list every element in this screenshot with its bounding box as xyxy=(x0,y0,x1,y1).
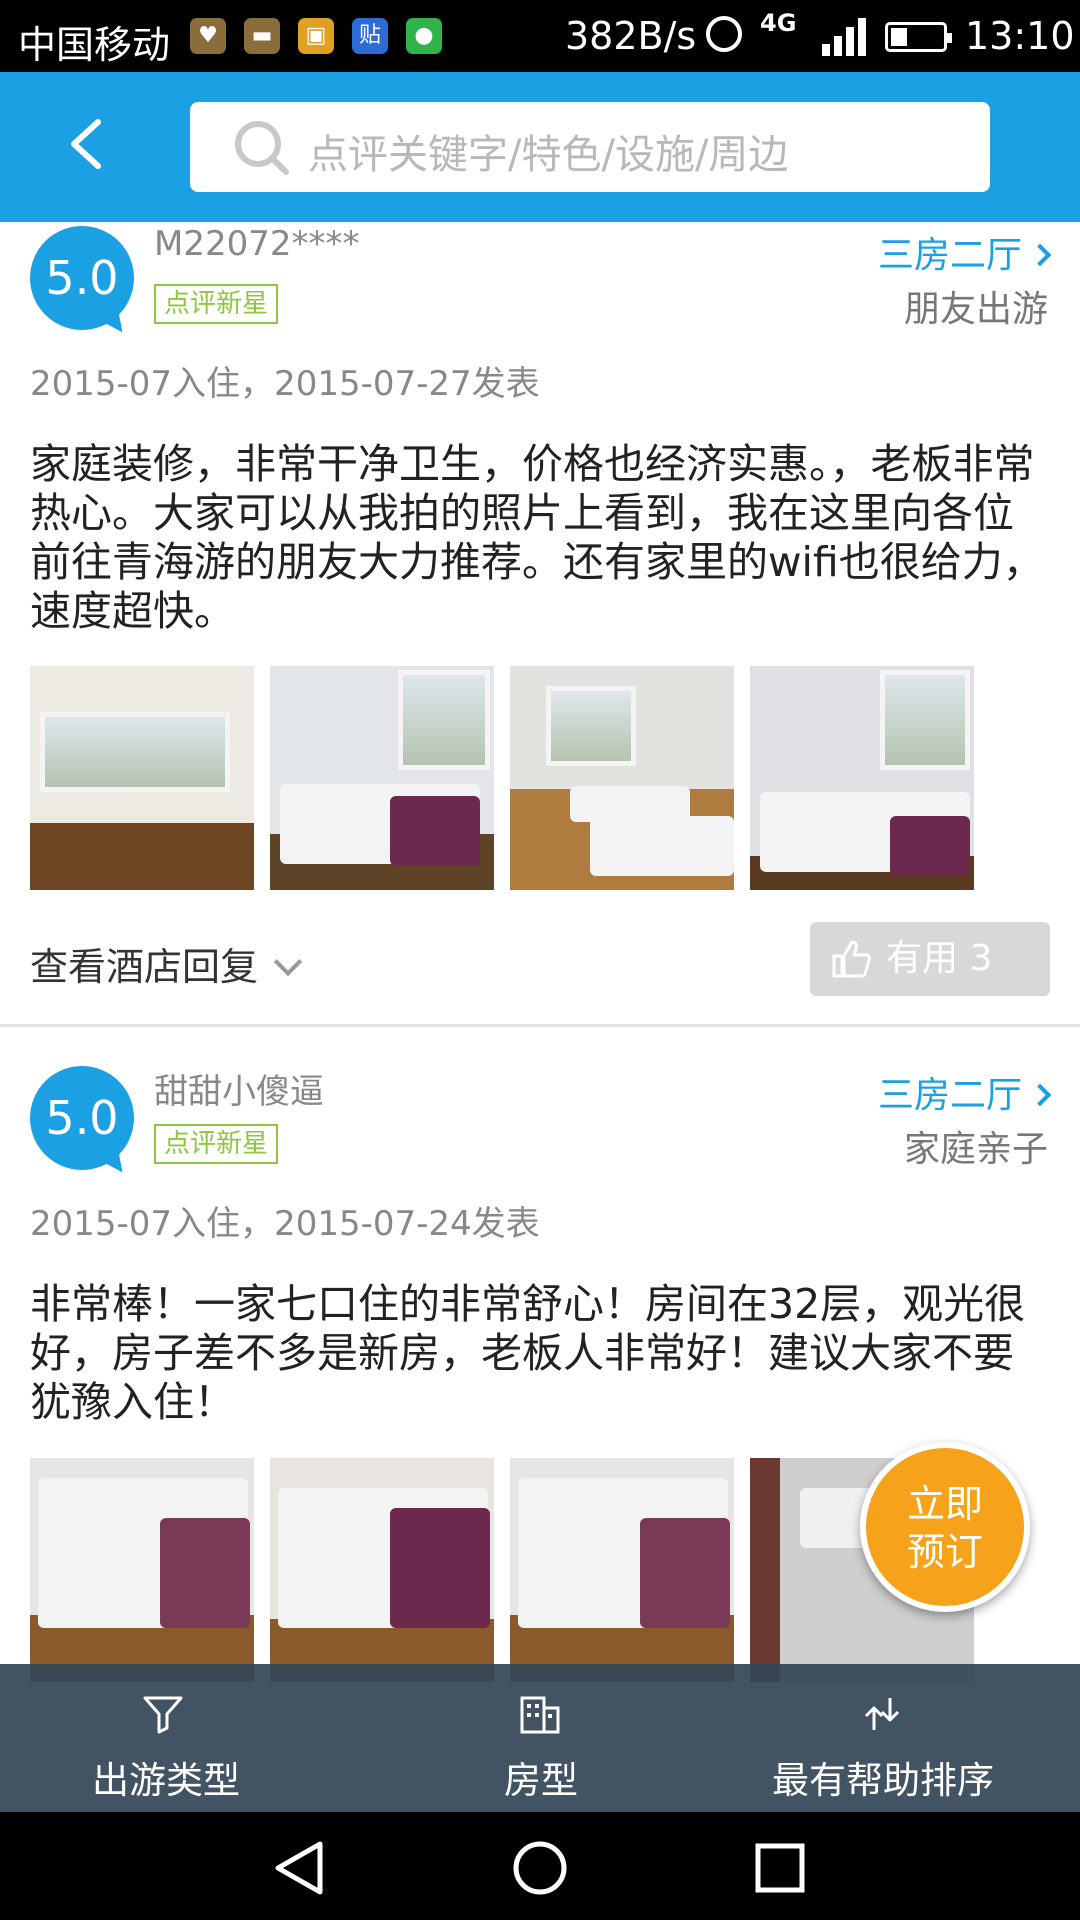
trip-type: 家庭亲子 xyxy=(903,1129,1048,1170)
review-photo[interactable] xyxy=(30,1458,254,1682)
battery-icon xyxy=(885,22,952,52)
review-content: 非常棒！一家七口住的非常舒心！房间在32层，观光很好，房子差不多是新房，老板人非… xyxy=(30,1280,1026,1426)
home-nav-icon[interactable] xyxy=(510,1840,570,1896)
review-dates: 2015-07入住，2015-07-24发表 xyxy=(30,1204,540,1244)
tieba-app-icon: 贴 xyxy=(352,18,388,54)
book-now-line2: 预订 xyxy=(906,1530,983,1574)
alarm-icon xyxy=(706,16,742,52)
sort-helpful-label: 最有帮助排序 xyxy=(772,1759,994,1802)
thumbs-up-icon xyxy=(832,940,871,978)
useful-label: 有用 3 xyxy=(886,938,993,979)
signal-icon xyxy=(822,18,866,56)
search-placeholder: 点评关键字/特色/设施/周边 xyxy=(308,132,789,178)
activity-app-icon: ♥ xyxy=(190,18,226,54)
status-bar: 中国移动 ♥ ▬ ▣ 贴 ● 382B/s 4G 13:10 xyxy=(0,0,1080,72)
sort-helpful[interactable]: 最有帮助排序 xyxy=(772,1664,994,1812)
recents-nav-icon[interactable] xyxy=(752,1840,808,1896)
chevron-down-icon xyxy=(273,947,303,977)
score-bubble: 5.0 xyxy=(30,1066,134,1180)
chevron-left-icon[interactable] xyxy=(60,114,120,174)
filter-room-type[interactable]: 房型 xyxy=(490,1664,590,1812)
carrier-name: 中国移动 xyxy=(18,23,171,67)
trip-type: 朋友出游 xyxy=(903,289,1048,330)
review-photo[interactable] xyxy=(30,666,254,890)
useful-button[interactable]: 有用 3 xyxy=(810,922,1050,996)
review-photo[interactable] xyxy=(270,1458,494,1682)
navigation-bar xyxy=(0,1812,1080,1920)
book-now-button[interactable]: 立即 预订 xyxy=(860,1442,1030,1612)
review-dates: 2015-07入住，2015-07-27发表 xyxy=(30,364,540,404)
search-input[interactable]: 点评关键字/特色/设施/周边 xyxy=(190,102,990,192)
building-icon xyxy=(520,1696,560,1734)
filter-trip-type-label: 出游类型 xyxy=(92,1759,240,1802)
sort-icon xyxy=(864,1698,900,1730)
review-content: 家庭装修，非常干净卫生，价格也经济实惠。，老板非常热心。大家可以从我拍的照片上看… xyxy=(30,440,1044,635)
reviewer-name[interactable]: 甜甜小傻逼 xyxy=(154,1064,324,1113)
back-nav-icon[interactable] xyxy=(270,1840,330,1896)
review-photo[interactable] xyxy=(510,1458,734,1682)
wechat-app-icon: ● xyxy=(406,18,442,54)
filter-trip-type[interactable]: 出游类型 xyxy=(60,1664,266,1812)
clock: 13:10 xyxy=(965,14,1075,58)
search-icon xyxy=(235,121,289,175)
filter-icon xyxy=(143,1696,183,1734)
filter-bar: 出游类型 房型 最有帮助排序 xyxy=(0,1664,1080,1812)
chevron-right-icon xyxy=(1028,243,1052,267)
hotel-reply-toggle[interactable]: 查看酒店回复 xyxy=(30,936,303,991)
chat-app-icon: ▬ xyxy=(244,18,280,54)
chevron-right-icon xyxy=(1028,1083,1052,1107)
reviewer-name[interactable]: M22072**** xyxy=(154,224,360,264)
review-divider xyxy=(0,1024,1080,1027)
review-photo[interactable] xyxy=(510,666,734,890)
book-now-line1: 立即 xyxy=(906,1482,983,1526)
room-type-link[interactable]: 三房二厅 xyxy=(878,1066,1052,1118)
review-photo[interactable] xyxy=(750,666,974,890)
room-type-link[interactable]: 三房二厅 xyxy=(878,226,1052,278)
filter-room-type-label: 房型 xyxy=(504,1759,578,1802)
reviewer-badge: 点评新星 xyxy=(154,1124,279,1164)
review-photo[interactable] xyxy=(270,666,494,890)
score-bubble: 5.0 xyxy=(30,226,134,340)
network-type: 4G xyxy=(760,9,797,37)
reviewer-badge: 点评新星 xyxy=(154,284,279,324)
header: 点评关键字/特色/设施/周边 xyxy=(0,72,1080,222)
bag-app-icon: ▣ xyxy=(298,18,334,54)
network-speed: 382B/s xyxy=(565,14,697,58)
